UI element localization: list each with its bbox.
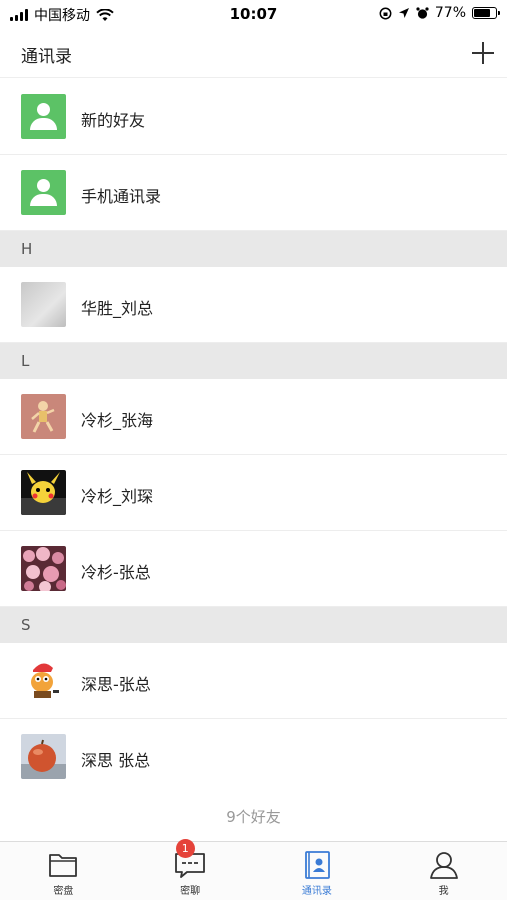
contact-name: 冷杉-张总: [81, 563, 151, 582]
contact-row[interactable]: 深思-张总: [0, 643, 507, 719]
person-icon: [21, 170, 66, 215]
contact-name: 华胜_刘总: [81, 299, 154, 318]
phone-contacts-entry[interactable]: 手机通讯录: [0, 155, 507, 231]
folder-icon: [49, 854, 78, 877]
status-bar: 中国移动 10:07 77%: [0, 0, 507, 28]
contact-name: 深思-张总: [81, 675, 151, 694]
avatar: [21, 470, 66, 515]
app-root: 中国移动 10:07 77% 通讯录 新的好友 手机通讯录 H 华胜_刘总 L …: [0, 0, 507, 900]
unread-badge: 1: [175, 839, 195, 858]
contact-row[interactable]: 冷杉_张海: [0, 379, 507, 455]
contact-name: 冷杉_张海: [81, 411, 154, 430]
tab-secret-chat[interactable]: 1 密聊: [127, 839, 254, 900]
avatar: [21, 658, 66, 703]
battery-icon: [472, 7, 500, 19]
plus-icon[interactable]: [469, 39, 497, 67]
tab-label: 我: [438, 886, 449, 897]
contact-row[interactable]: 深思 张总: [0, 719, 507, 795]
orientation-lock-icon: [379, 7, 392, 19]
contact-name: 深思 张总: [81, 751, 151, 770]
friend-count: 9个好友: [226, 808, 281, 826]
tab-label: 密盘: [53, 886, 74, 897]
location-icon: [398, 8, 409, 18]
tab-contacts[interactable]: 通讯录: [254, 842, 381, 900]
entry-label: 新的好友: [81, 111, 146, 130]
tab-bar: 密盘 1 密聊 通讯录 我: [0, 839, 507, 900]
contact-row[interactable]: 冷杉_刘琛: [0, 455, 507, 531]
avatar: [21, 734, 66, 779]
tab-label: 密聊: [180, 886, 201, 897]
contact-row[interactable]: 冷杉-张总: [0, 531, 507, 607]
avatar: [21, 394, 66, 439]
nav-header: 通讯录: [0, 28, 507, 78]
tab-cloud-drive[interactable]: 密盘: [0, 842, 127, 900]
tab-me[interactable]: 我: [380, 842, 507, 900]
contact-name: 冷杉_刘琛: [81, 487, 154, 506]
contacts-icon: [304, 851, 330, 879]
profile-icon: [429, 852, 458, 879]
battery-percent: 77%: [434, 5, 466, 21]
status-right: 77%: [379, 5, 500, 21]
page-title: 通讯录: [21, 47, 72, 67]
section-header-l: L: [0, 343, 507, 379]
contact-list: 新的好友 手机通讯录 H 华胜_刘总 L 冷杉_张海 冷杉_刘琛 冷杉-张总 S…: [0, 79, 507, 795]
new-friends-entry[interactable]: 新的好友: [0, 79, 507, 155]
avatar: [21, 546, 66, 591]
avatar: [21, 282, 66, 327]
contact-row[interactable]: 华胜_刘总: [0, 267, 507, 343]
section-header-s: S: [0, 607, 507, 643]
person-icon: [21, 94, 66, 139]
entry-label: 手机通讯录: [81, 187, 162, 206]
alarm-icon: [416, 6, 429, 19]
tab-label: 通讯录: [301, 886, 332, 897]
section-header-h: H: [0, 231, 507, 267]
